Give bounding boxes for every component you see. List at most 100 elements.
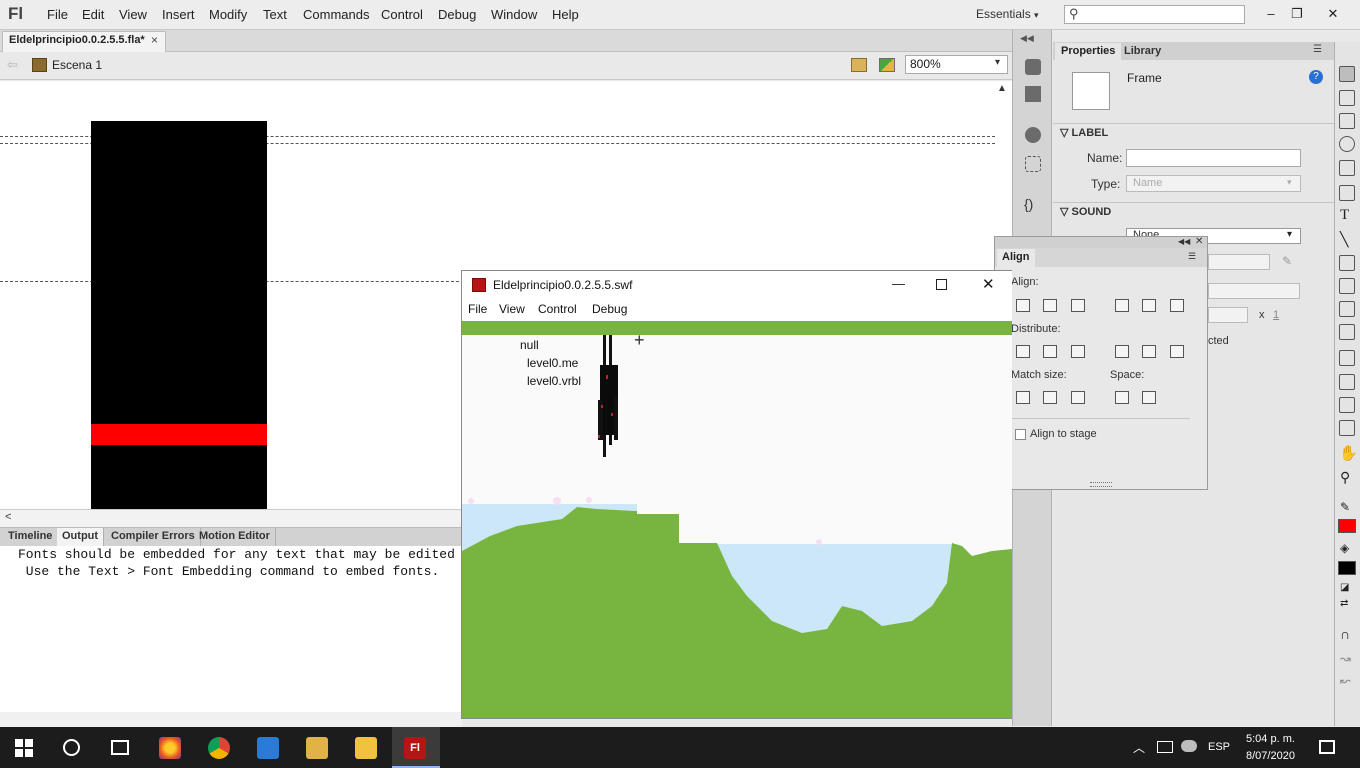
swf-menu-view[interactable]: View (499, 302, 525, 316)
menu-help[interactable]: Help (552, 7, 579, 22)
close-tab-icon[interactable]: × (151, 33, 158, 47)
movie-app-icon[interactable] (257, 737, 279, 759)
line-tool-icon[interactable]: ╲ (1340, 231, 1348, 248)
rectangle-tool-icon[interactable] (1339, 255, 1355, 271)
align-horizontal-center-icon[interactable] (1043, 299, 1057, 312)
pencil-tool-icon[interactable] (1339, 278, 1355, 294)
sound-repeat-select[interactable] (1208, 307, 1248, 323)
windows-start-icon[interactable] (15, 739, 33, 757)
menu-commands[interactable]: Commands (303, 7, 369, 22)
swf-menu-control[interactable]: Control (538, 302, 577, 316)
swf-maximize-button[interactable] (936, 279, 947, 290)
panel-menu-icon[interactable]: ☰ (1313, 44, 1322, 55)
space-vertical-icon[interactable] (1115, 391, 1129, 404)
align-vertical-center-icon[interactable] (1142, 299, 1156, 312)
clock-date[interactable]: 8/07/2020 (1246, 750, 1295, 762)
chrome-icon[interactable] (208, 737, 230, 759)
paint-bucket-tool-icon[interactable] (1339, 374, 1355, 390)
help-icon[interactable]: ? (1309, 70, 1323, 84)
align-right-icon[interactable] (1071, 299, 1085, 312)
text-tool-icon[interactable]: T (1340, 207, 1349, 224)
match-height-icon[interactable] (1043, 391, 1057, 404)
notifications-icon[interactable] (1319, 740, 1335, 754)
align-panel-header[interactable] (995, 237, 1207, 248)
menu-edit[interactable]: Edit (82, 7, 104, 22)
align-bottom-icon[interactable] (1170, 299, 1184, 312)
menu-control[interactable]: Control (381, 7, 423, 22)
pen-tool-icon[interactable] (1339, 185, 1355, 201)
collapse-icon[interactable]: ◀◀ (1020, 33, 1034, 44)
tab-align[interactable]: Align (997, 249, 1035, 267)
panel-menu-icon[interactable]: ☰ (1188, 251, 1196, 262)
file-explorer-icon[interactable] (355, 737, 377, 759)
distribute-bottom-icon[interactable] (1071, 345, 1085, 358)
space-horizontal-icon[interactable] (1142, 391, 1156, 404)
network-icon[interactable] (1157, 741, 1173, 753)
firefox-icon[interactable] (159, 737, 181, 759)
scroll-left-icon[interactable]: < (5, 511, 11, 523)
swf-minimize-button[interactable]: — (892, 276, 905, 291)
eyedropper-tool-icon[interactable] (1339, 397, 1355, 413)
actions-icon[interactable]: {) (1024, 196, 1033, 212)
label-section-header[interactable]: ▽ LABEL (1060, 126, 1108, 139)
edit-scene-icon[interactable] (851, 58, 867, 72)
repeat-count[interactable]: 1 (1273, 309, 1279, 321)
brush-tool-icon[interactable] (1339, 301, 1355, 317)
sound-sync-select[interactable] (1208, 283, 1300, 299)
selection-tool-icon[interactable] (1339, 66, 1355, 82)
align-left-icon[interactable] (1016, 299, 1030, 312)
lasso-tool-icon[interactable] (1339, 160, 1355, 176)
subselection-tool-icon[interactable] (1339, 90, 1355, 106)
scene-label[interactable]: Escena 1 (52, 58, 102, 72)
stage-red-bar[interactable] (91, 424, 267, 445)
edit-symbols-icon[interactable] (879, 58, 895, 72)
menu-file[interactable]: File (47, 7, 68, 22)
menu-window[interactable]: Window (491, 7, 537, 22)
menu-modify[interactable]: Modify (209, 7, 247, 22)
menu-text[interactable]: Text (263, 7, 287, 22)
tab-timeline[interactable]: Timeline (3, 528, 59, 546)
input-language[interactable]: ESP (1208, 741, 1230, 753)
match-width-height-icon[interactable] (1071, 391, 1085, 404)
align-to-stage-checkbox[interactable] (1015, 429, 1026, 440)
deco-tool-icon[interactable] (1339, 324, 1355, 340)
workspace-switcher[interactable]: Essentials ▾ (976, 7, 1039, 21)
cloud-icon[interactable] (1181, 740, 1197, 752)
free-transform-tool-icon[interactable] (1339, 113, 1355, 129)
tool-app-icon[interactable] (306, 737, 328, 759)
back-arrow-icon[interactable]: ⇦ (7, 57, 18, 73)
help-search-input[interactable] (1064, 5, 1245, 24)
match-width-icon[interactable] (1016, 391, 1030, 404)
clock-time[interactable]: 5:04 p. m. (1246, 733, 1295, 745)
tab-output[interactable]: Output (57, 528, 105, 546)
snap-to-objects-icon[interactable]: ∩ (1340, 626, 1350, 642)
distribute-vertical-center-icon[interactable] (1043, 345, 1057, 358)
swf-menu-file[interactable]: File (468, 302, 487, 316)
tab-motion-editor[interactable]: Motion Editor (194, 528, 276, 546)
straighten-icon[interactable]: ↜ (1340, 673, 1351, 689)
swf-menu-debug[interactable]: Debug (592, 302, 627, 316)
info-icon[interactable] (1025, 127, 1041, 143)
menu-view[interactable]: View (119, 7, 147, 22)
swap-colors-icon[interactable]: ⇄ (1340, 598, 1348, 609)
tab-library[interactable]: Library (1118, 43, 1167, 60)
resize-grip-icon[interactable] (1090, 482, 1112, 487)
tab-compiler-errors[interactable]: Compiler Errors (106, 528, 201, 546)
hand-tool-icon[interactable]: ✋ (1339, 444, 1358, 462)
zoom-tool-icon[interactable]: ⚲ (1340, 469, 1350, 486)
color-panel-icon[interactable] (1025, 59, 1041, 75)
pencil-icon[interactable]: ✎ (1282, 254, 1292, 268)
sound-section-header[interactable]: ▽ SOUND (1060, 205, 1111, 218)
distribute-horizontal-center-icon[interactable] (1142, 345, 1156, 358)
transform-icon[interactable] (1025, 156, 1041, 172)
close-icon[interactable]: ✕ (1195, 236, 1203, 247)
menu-insert[interactable]: Insert (162, 7, 195, 22)
search-icon[interactable] (63, 739, 80, 756)
sound-effect-select[interactable] (1208, 254, 1270, 270)
distribute-left-icon[interactable] (1115, 345, 1129, 358)
restore-button[interactable]: ❐ (1282, 2, 1312, 26)
distribute-top-icon[interactable] (1016, 345, 1030, 358)
menu-debug[interactable]: Debug (438, 7, 476, 22)
stroke-color-swatch[interactable] (1338, 519, 1356, 533)
fill-color-swatch[interactable] (1338, 561, 1356, 575)
